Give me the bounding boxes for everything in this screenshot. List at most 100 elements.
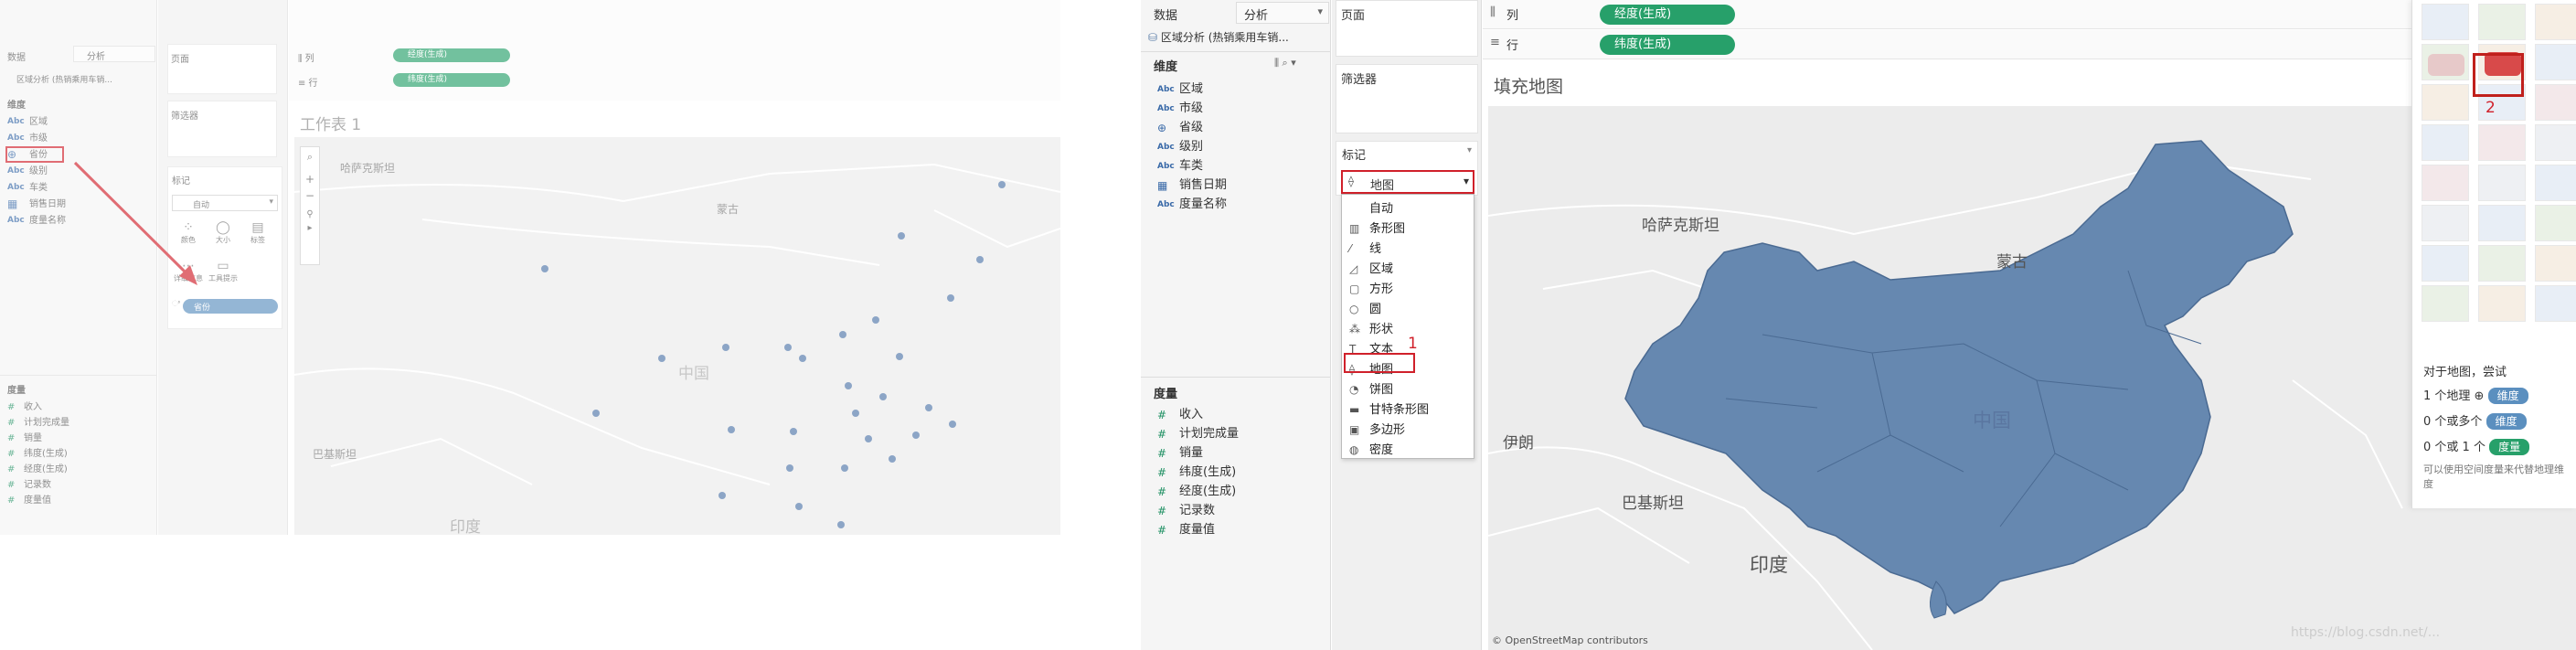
right-dim-item[interactable]: Abc 市级 [1157,98,1203,115]
province-point[interactable] [865,435,872,442]
chart-thumbnail[interactable] [2478,165,2526,201]
chart-thumbnail[interactable] [2535,124,2576,161]
chart-thumbnail[interactable] [2478,124,2526,161]
province-point[interactable] [896,353,903,360]
right-filters-label: 筛选器 [1341,73,1378,87]
chart-thumbnail[interactable] [2535,245,2576,282]
chart-thumbnail[interactable] [2535,84,2576,121]
province-point[interactable] [592,410,600,417]
chart-thumbnail[interactable] [2422,84,2469,121]
province-point[interactable] [799,355,806,362]
dim-toolbar-icons[interactable]: ⫼ ⌕ ▾ [1274,57,1296,69]
province-point[interactable] [976,256,984,263]
right-dim-item[interactable]: Abc 度量名称 [1157,194,1227,211]
right-measure-item[interactable]: # 计划完成量 [1157,423,1239,441]
chart-thumbnail[interactable] [2422,245,2469,282]
chart-thumbnail[interactable] [2535,44,2576,80]
gantt-icon: ▬ [1349,403,1360,416]
right-datasource[interactable]: ⛁ 区域分析 (热销乘用车销... [1148,29,1289,45]
right-dim-item[interactable]: ▦ 销售日期 [1157,175,1227,192]
province-point[interactable] [872,316,879,324]
chart-thumbnail[interactable] [2535,205,2576,241]
right-measure-item[interactable]: # 经度(生成) [1157,481,1236,498]
right-col-pill[interactable]: 经度(生成) [1600,5,1735,25]
datasource-icon: ⛁ [1148,31,1158,44]
chart-thumbnail[interactable] [2422,44,2469,80]
mark-type-option-shape[interactable]: ⁂ 形状 [1349,319,1393,336]
measure-hash-icon: # [1157,485,1167,498]
chart-thumbnail[interactable] [2422,205,2469,241]
province-point[interactable] [795,503,803,510]
globe-icon: ⊕ [1157,121,1167,134]
mark-type-option-auto[interactable]: 自动 [1349,198,1393,216]
area-icon: ◿ [1349,262,1358,275]
right-row-pill[interactable]: 纬度(生成) [1600,35,1735,55]
province-point[interactable] [898,232,905,240]
marks-collapse-icon[interactable]: ▾ [1467,145,1472,155]
chart-thumbnail[interactable] [2422,4,2469,40]
chart-thumbnail[interactable] [2422,285,2469,322]
right-tab-analysis-box[interactable]: 分析 ▾ [1236,2,1329,24]
province-point[interactable] [998,181,1006,188]
province-point[interactable] [728,426,735,433]
right-dim-item[interactable]: Abc 区域 [1157,79,1203,96]
mark-type-option-line[interactable]: ⁄ 线 [1349,239,1381,256]
left-measure-item[interactable]: # 收入 [7,399,42,413]
right-measure-item[interactable]: # 销量 [1157,442,1203,460]
province-point[interactable] [925,404,932,411]
left-measure-item[interactable]: # 销量 [7,430,42,444]
left-measure-item[interactable]: # 纬度(生成) [7,445,68,460]
mark-type-option-pie[interactable]: ◔ 饼图 [1349,379,1393,397]
province-point[interactable] [841,464,848,472]
province-point[interactable] [784,344,792,351]
right-marks-label: 标记 [1342,149,1367,163]
chart-thumbnail[interactable] [2478,285,2526,322]
right-measure-item[interactable]: # 纬度(生成) [1157,462,1236,479]
mark-type-option-square[interactable]: ▢ 方形 [1349,279,1393,296]
province-point[interactable] [837,521,845,528]
right-dim-item[interactable]: Abc 级别 [1157,136,1203,154]
left-col-pill[interactable]: 经度(生成) [393,48,510,62]
right-tab-data[interactable]: 数据 [1154,5,1177,23]
province-point[interactable] [839,331,846,338]
right-measure-item[interactable]: # 收入 [1157,404,1203,421]
chart-thumbnail[interactable] [2478,4,2526,40]
province-point[interactable] [852,410,859,417]
chart-thumbnail[interactable] [2478,245,2526,282]
province-point[interactable] [879,393,887,400]
right-measure-item[interactable]: # 记录数 [1157,500,1215,517]
right-measure-item[interactable]: # 度量值 [1157,519,1215,537]
province-point[interactable] [947,294,954,302]
left-measure-item[interactable]: # 经度(生成) [7,461,68,475]
province-point[interactable] [845,382,852,389]
left-row-pill[interactable]: 纬度(生成) [393,73,510,87]
chart-thumbnail[interactable] [2478,205,2526,241]
province-point[interactable] [912,432,920,439]
right-sheet-title: 填充地图 [1494,77,1564,97]
mark-type-option-polygon[interactable]: ▣ 多边形 [1349,420,1405,437]
mark-type-option-bar[interactable]: ▥ 条形图 [1349,218,1405,236]
chart-thumbnail[interactable] [2422,165,2469,201]
mark-type-option-area[interactable]: ◿ 区域 [1349,259,1393,276]
province-point[interactable] [719,492,726,499]
right-dim-item[interactable]: Abc 车类 [1157,155,1203,173]
left-measure-item[interactable]: # 记录数 [7,476,51,491]
province-point[interactable] [786,464,793,472]
mark-type-option-density[interactable]: ◍ 密度 [1349,440,1393,457]
province-point[interactable] [790,428,797,435]
chart-thumbnail[interactable] [2422,124,2469,161]
left-measure-item[interactable]: # 计划完成量 [7,414,69,429]
province-point[interactable] [949,421,956,428]
chart-thumbnail[interactable] [2535,4,2576,40]
province-point[interactable] [722,344,729,351]
left-measure-item[interactable]: # 度量值 [7,492,51,506]
right-dim-item[interactable]: ⊕ 省级 [1157,117,1203,134]
province-point[interactable] [658,355,665,362]
right-mark-type-select[interactable]: ⟠ 地图 ▾ [1341,170,1474,194]
province-point[interactable] [889,455,896,463]
province-point[interactable] [541,265,548,272]
chart-thumbnail[interactable] [2535,165,2576,201]
mark-type-option-gantt[interactable]: ▬ 甘特条形图 [1349,400,1429,417]
mark-type-option-circle[interactable]: ○ 圆 [1349,299,1381,316]
chart-thumbnail[interactable] [2535,285,2576,322]
